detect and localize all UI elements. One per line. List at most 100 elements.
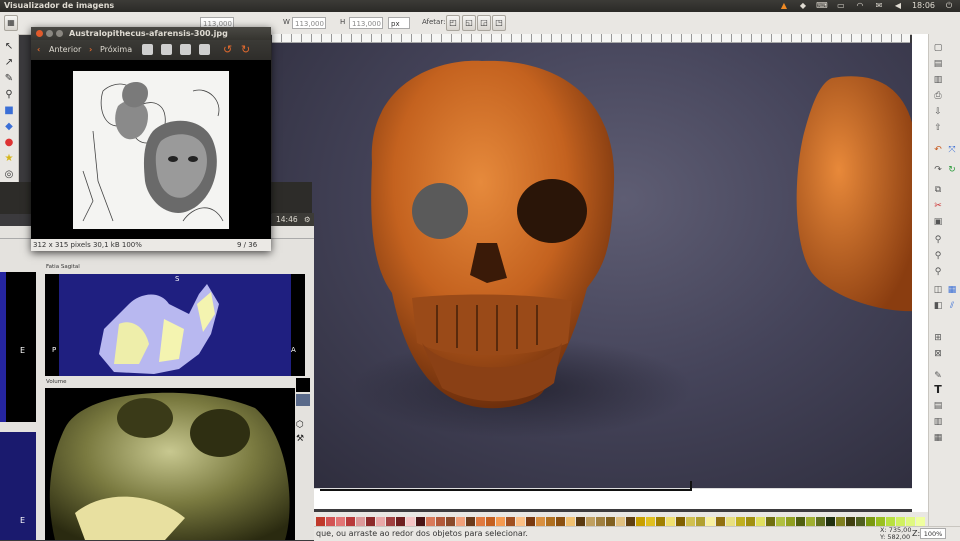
color-palette[interactable] (314, 512, 928, 526)
3d-box-tool-icon[interactable]: ◆ (2, 120, 16, 134)
palette-swatch[interactable] (896, 517, 905, 526)
palette-swatch[interactable] (546, 517, 555, 526)
palette-swatch[interactable] (366, 517, 375, 526)
palette-swatch[interactable] (376, 517, 385, 526)
palette-swatch[interactable] (456, 517, 465, 526)
displayed-image[interactable] (73, 71, 229, 229)
rectangle-tool-icon[interactable]: ■ (2, 104, 16, 118)
zoom-field[interactable]: 100% (920, 528, 946, 539)
axial-slice-pane[interactable]: E (0, 272, 36, 422)
palette-swatch[interactable] (866, 517, 875, 526)
palette-swatch[interactable] (426, 517, 435, 526)
palette-swatch[interactable] (446, 517, 455, 526)
palette-swatch[interactable] (916, 517, 925, 526)
palette-swatch[interactable] (746, 517, 755, 526)
rotate-right-icon[interactable]: ↻ (241, 44, 250, 56)
volume-render-pane[interactable] (45, 388, 295, 540)
palette-swatch[interactable] (526, 517, 535, 526)
gear-icon[interactable]: ⚙ (304, 215, 311, 224)
next-button[interactable]: Próxima (100, 44, 132, 56)
unit-select[interactable]: px (388, 17, 410, 29)
zoom-drawing-icon[interactable]: ⚲ (932, 250, 944, 262)
battery-icon[interactable]: ▭ (836, 1, 846, 11)
palette-swatch[interactable] (906, 517, 915, 526)
guides-icon[interactable]: ⫽ (946, 300, 958, 312)
palette-swatch[interactable] (826, 517, 835, 526)
palette-swatch[interactable] (496, 517, 505, 526)
palette-swatch[interactable] (656, 517, 665, 526)
redo-icon[interactable]: ↷ (932, 164, 944, 176)
palette-swatch[interactable] (836, 517, 845, 526)
group-icon[interactable]: ⊞ (932, 332, 944, 344)
ellipse-tool-icon[interactable]: ● (2, 136, 16, 150)
power-icon[interactable]: ⏻ (944, 1, 954, 11)
palette-swatch[interactable] (336, 517, 345, 526)
export-icon[interactable]: ⇧ (932, 122, 944, 134)
palette-swatch[interactable] (396, 517, 405, 526)
viewer-titlebar[interactable]: Australopithecus-afarensis-300.jpg (31, 27, 271, 40)
rotate-left-icon[interactable]: ↺ (223, 44, 232, 56)
color-black-swatch[interactable] (296, 378, 310, 392)
previous-icon[interactable]: ‹ (37, 44, 40, 56)
palette-swatch[interactable] (686, 517, 695, 526)
volume-icon[interactable]: ◀ (893, 1, 903, 11)
cut-icon[interactable]: ✂ (932, 200, 944, 212)
print-icon[interactable]: ⎙ (932, 90, 944, 102)
palette-swatch[interactable] (796, 517, 805, 526)
palette-swatch[interactable] (416, 517, 425, 526)
palette-swatch[interactable] (726, 517, 735, 526)
cube-icon[interactable]: ⬡ (296, 420, 304, 430)
next-icon[interactable]: › (89, 44, 92, 56)
text-font-icon[interactable]: T (932, 384, 944, 396)
horizontal-ruler[interactable] (272, 34, 910, 43)
palette-swatch[interactable] (576, 517, 585, 526)
palette-swatch[interactable] (806, 517, 815, 526)
align-icon[interactable]: ▥ (932, 416, 944, 428)
zoom-tool-icon[interactable]: ⚲ (2, 88, 16, 102)
palette-swatch[interactable] (606, 517, 615, 526)
palette-swatch[interactable] (316, 517, 325, 526)
scale-stroke-button[interactable]: ◰ (446, 15, 460, 31)
sagittal-slice-pane[interactable]: S P A (45, 274, 305, 376)
palette-swatch[interactable] (536, 517, 545, 526)
palette-swatch[interactable] (646, 517, 655, 526)
select-all-button[interactable]: ▦ (4, 15, 18, 31)
spiral-tool-icon[interactable]: ◎ (2, 168, 16, 182)
previous-button[interactable]: Anterior (49, 44, 81, 56)
palette-swatch[interactable] (846, 517, 855, 526)
vlc-icon[interactable]: ▲ (779, 1, 789, 11)
palette-swatch[interactable] (596, 517, 605, 526)
wifi-icon[interactable]: ◠ (855, 1, 865, 11)
palette-swatch[interactable] (886, 517, 895, 526)
palette-swatch[interactable] (696, 517, 705, 526)
save-icon[interactable]: ▥ (932, 74, 944, 86)
clock[interactable]: 18:06 (912, 0, 935, 12)
node-tool-icon[interactable]: ↗ (2, 56, 16, 70)
paste-icon[interactable]: ▣ (932, 216, 944, 228)
snap-toggle-icon[interactable]: ⤧ (946, 144, 958, 156)
select-tool-icon[interactable]: ↖ (2, 40, 16, 54)
snap-nodes-icon[interactable]: ↻ (946, 164, 958, 176)
palette-swatch[interactable] (626, 517, 635, 526)
palette-swatch[interactable] (586, 517, 595, 526)
palette-swatch[interactable] (876, 517, 885, 526)
palette-swatch[interactable] (406, 517, 415, 526)
palette-swatch[interactable] (466, 517, 475, 526)
palette-swatch[interactable] (486, 517, 495, 526)
grid-icon[interactable]: ▦ (946, 284, 958, 296)
h-field[interactable]: 113,000 (349, 17, 383, 29)
keyboard-icon[interactable]: ⌨ (816, 1, 828, 11)
palette-swatch[interactable] (776, 517, 785, 526)
palette-swatch[interactable] (386, 517, 395, 526)
palette-swatch[interactable] (756, 517, 765, 526)
palette-swatch[interactable] (816, 517, 825, 526)
mail-icon[interactable]: ✉ (874, 1, 884, 11)
new-document-icon[interactable]: ▢ (932, 42, 944, 54)
palette-swatch[interactable] (666, 517, 675, 526)
palette-swatch[interactable] (476, 517, 485, 526)
palette-swatch[interactable] (516, 517, 525, 526)
close-button[interactable] (36, 30, 43, 37)
zoom-page-icon[interactable]: ⚲ (932, 266, 944, 278)
move-gradients-button[interactable]: ◲ (477, 15, 491, 31)
xml-editor-icon[interactable]: ▤ (932, 400, 944, 412)
